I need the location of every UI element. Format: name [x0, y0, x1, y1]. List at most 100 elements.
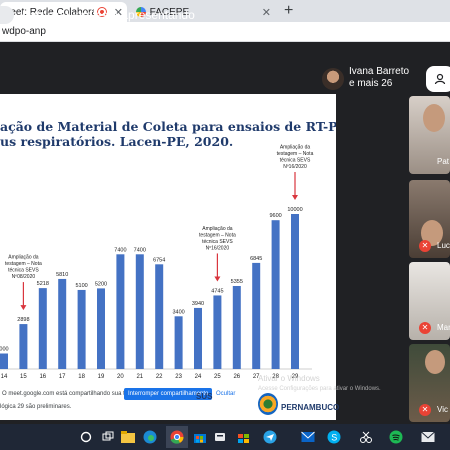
mail2-icon[interactable] — [420, 429, 436, 445]
edge-icon[interactable] — [142, 429, 158, 445]
shared-slide: ação de Material de Coleta para ensaios … — [0, 94, 336, 420]
annotation-text: Ampliação da — [202, 226, 233, 232]
search-icon[interactable] — [78, 429, 94, 445]
close-icon[interactable]: ✕ — [262, 6, 271, 19]
x-tick-label: 20 — [117, 374, 124, 380]
store-bag-icon[interactable] — [236, 429, 252, 445]
windows-activation-watermark: Ativar o Windows Acesse Configurações pa… — [258, 374, 381, 394]
annotation-text: Nº16/2020 — [283, 164, 307, 170]
participant-tile[interactable]: ✕ Mar — [409, 262, 450, 340]
svg-text:S: S — [331, 432, 337, 442]
data-label: 5810 — [56, 272, 68, 278]
participant-tile-name: Mar — [437, 323, 450, 332]
x-tick-label: 14 — [1, 374, 8, 380]
chart-bar — [58, 278, 67, 369]
chart-bar — [291, 214, 299, 369]
chart-bar — [252, 262, 261, 369]
chart-bar — [232, 285, 241, 369]
teams-icon[interactable] — [212, 429, 228, 445]
presenter-label: Patrícia Lima está apresentando — [22, 8, 195, 22]
participant-tile-name: Luc — [437, 241, 450, 250]
url-text: wdpo-anp — [2, 26, 46, 37]
data-label: 6845 — [250, 256, 262, 262]
new-tab-button[interactable]: + — [284, 2, 293, 20]
chart-bar — [174, 316, 183, 369]
annotation-text: Ampliação da — [280, 145, 311, 151]
data-label: 5355 — [231, 279, 243, 285]
chart-bar — [116, 254, 125, 369]
participant-tile[interactable]: Pat — [409, 96, 450, 174]
x-tick-label: 23 — [175, 374, 182, 380]
x-tick-label: 22 — [156, 374, 163, 380]
screen: Meet: Rede Colaborativa no ✕ FACEPE ✕ + … — [0, 0, 450, 450]
pernambuco-logo: PERNAMBUCO — [281, 403, 340, 412]
annotation-text: técnica SEVS — [202, 239, 233, 245]
annotation-arrowhead — [20, 305, 27, 311]
store-icon[interactable] — [192, 429, 208, 445]
participant-tile[interactable]: ✕ Luc — [409, 180, 450, 258]
data-label: 4745 — [211, 288, 223, 294]
windows-taskbar: S — [0, 424, 450, 450]
x-tick-label: 19 — [98, 374, 105, 380]
mic-off-icon: ✕ — [419, 240, 431, 252]
annotation-arrowhead — [214, 276, 221, 282]
participant-face — [423, 104, 445, 132]
annotation-text: técnica SEVS — [8, 268, 39, 274]
annotation-text: testagem – Nota — [5, 261, 42, 267]
data-label: 5218 — [37, 281, 49, 287]
bar-chart: 000 14 2898 15 5218 16 5810 17 5100 18 5200 19 7400 2… — [0, 145, 314, 380]
mail-icon[interactable] — [300, 429, 316, 445]
x-tick-label: 21 — [136, 374, 143, 380]
annotation-text: testagem – Nota — [277, 151, 314, 157]
data-label: 5200 — [95, 281, 107, 287]
file-explorer-icon[interactable] — [120, 429, 136, 445]
chrome-icon[interactable] — [166, 426, 188, 448]
share-notice-text: O meet.google.com está compartilhando su… — [2, 391, 135, 397]
watermark-title: Ativar o Windows — [258, 374, 320, 383]
participant-tile[interactable]: ✕ Vic — [409, 344, 450, 422]
x-tick-label: 17 — [59, 374, 66, 380]
person-add-button[interactable] — [426, 66, 450, 92]
annotation-text: técnica SEVS — [280, 158, 311, 164]
data-label: 5100 — [75, 283, 87, 289]
participant-tile-name: Vic — [437, 405, 448, 414]
snip-icon[interactable] — [358, 429, 374, 445]
sus-logo: SUS — [196, 392, 213, 401]
chart-bar — [135, 254, 144, 369]
address-bar[interactable]: wdpo-anp — [0, 22, 450, 42]
person-add-icon — [434, 73, 446, 85]
annotation-arrowhead — [292, 195, 298, 200]
chart-bar — [77, 289, 86, 369]
spotify-icon[interactable] — [388, 429, 404, 445]
chart-bar — [213, 295, 222, 369]
data-label: 7400 — [134, 247, 146, 253]
chart-bar — [97, 288, 105, 369]
x-tick-label: 18 — [78, 374, 85, 380]
participant-name: Ivana Barreto — [349, 66, 410, 77]
chart-bar — [19, 324, 28, 369]
annotation-text: Ampliação da — [8, 255, 39, 261]
participants-summary[interactable]: Ivana Barreto e mais 26 — [349, 66, 409, 90]
chart-bar — [271, 220, 280, 369]
paper-plane-icon[interactable] — [262, 429, 278, 445]
annotation-text: testagem – Nota — [199, 232, 236, 238]
x-tick-label: 26 — [233, 374, 240, 380]
watermark-subtitle: Acesse Configurações para ativar o Windo… — [258, 386, 381, 392]
data-label: 7400 — [114, 247, 126, 253]
data-label: 10000 — [287, 207, 302, 213]
data-label: 2898 — [17, 317, 29, 323]
x-tick-label: 15 — [20, 374, 27, 380]
x-tick-label: 24 — [195, 374, 202, 380]
browser-gap — [0, 42, 450, 64]
skype-icon[interactable]: S — [326, 429, 342, 445]
task-view-icon[interactable] — [100, 429, 116, 445]
annotation-text: Nº16/2020 — [206, 245, 230, 251]
mic-off-icon: ✕ — [419, 322, 431, 334]
participant-count: e mais 26 — [349, 78, 393, 89]
data-label: 000 — [0, 347, 9, 353]
data-label: 6754 — [153, 257, 165, 263]
chart-bar — [38, 288, 47, 369]
avatar — [322, 68, 344, 90]
annotation-text: Nº08/2020 — [12, 274, 36, 280]
data-label: 3940 — [192, 301, 204, 307]
